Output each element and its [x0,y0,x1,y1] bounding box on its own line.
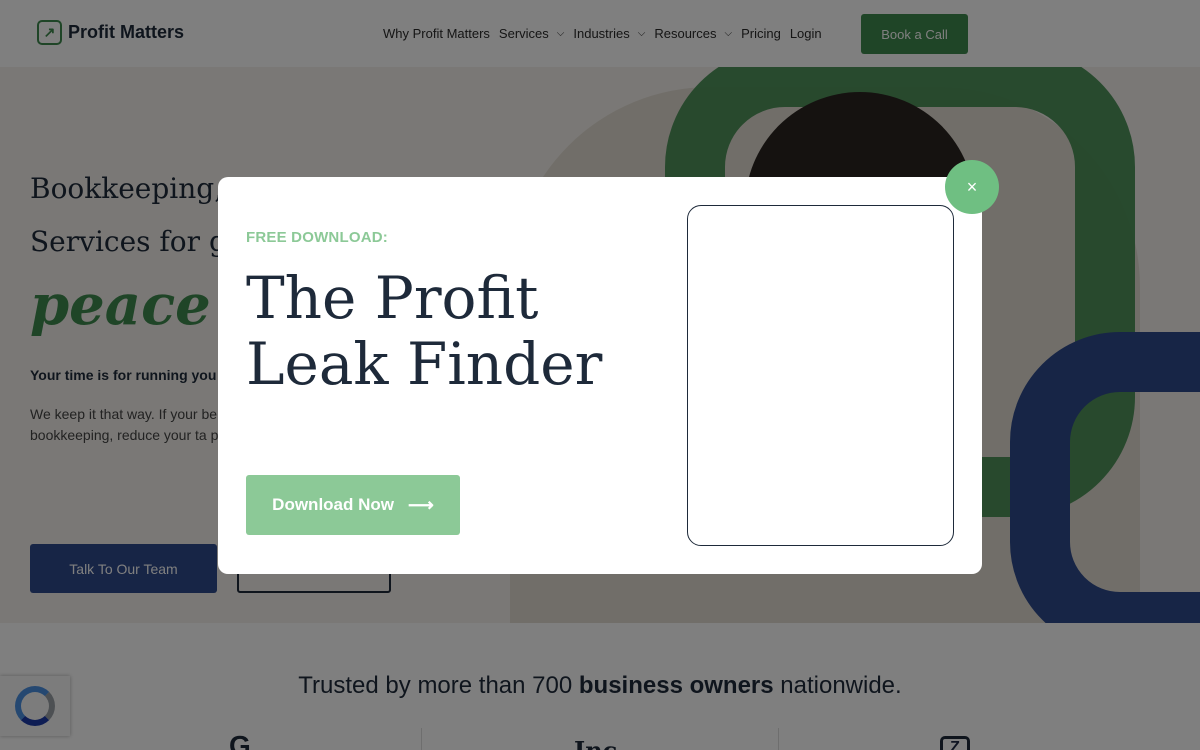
modal-image-frame [687,205,954,546]
download-now-button[interactable]: Download Now ⟶ [246,475,460,535]
modal-title: The Profit Leak Finder [246,264,603,398]
modal-eyebrow: FREE DOWNLOAD: [246,229,388,246]
close-icon[interactable]: × [945,160,999,214]
download-modal: FREE DOWNLOAD: The Profit Leak Finder Do… [218,177,982,574]
arrow-right-icon: ⟶ [408,494,434,515]
download-label: Download Now [272,495,394,514]
